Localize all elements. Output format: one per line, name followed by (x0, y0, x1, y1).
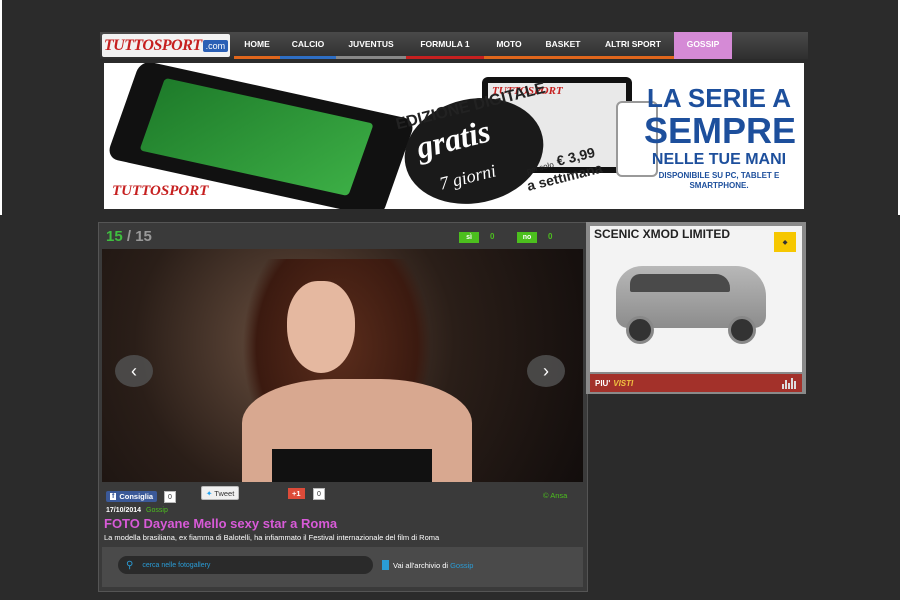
site-logo[interactable]: TUTTOSPORT .com (102, 34, 230, 57)
gallery-footer: ⚲ cerca nelle fotogallery Vai all'archiv… (102, 547, 583, 587)
nav-label: GOSSIP (686, 39, 720, 49)
facebook-icon: f (110, 493, 117, 500)
archive-category-link[interactable]: Gossip (450, 561, 473, 570)
logo-text: TUTTOSPORT (103, 36, 202, 54)
headline-line-3: NELLE TUE MANI (651, 151, 787, 168)
nav-label: JUVENTUS (348, 39, 394, 49)
logo-suffix: .com (202, 39, 229, 52)
social-bar: f Consiglia 0 ✦ Tweet +1 0 © Ansa (102, 485, 583, 503)
total-photos: 15 (135, 228, 152, 245)
search-placeholder: cerca nelle fotogallery (142, 561, 211, 569)
main-nav: TUTTOSPORT .com HOME CALCIO JUVENTUS FOR… (100, 32, 808, 59)
photo-title[interactable]: FOTO Dayane Mello sexy star a Roma (104, 516, 337, 531)
google-plus-button[interactable]: +1 (288, 488, 305, 499)
vote-no-button[interactable]: no (517, 232, 537, 243)
twitter-icon: ✦ (206, 488, 213, 498)
vote-yes-label: sì (466, 234, 472, 241)
most-viewed-bar[interactable]: PIU' VISTI (590, 374, 802, 392)
tweet-label: Tweet (214, 488, 235, 498)
nav-item-basket[interactable]: BASKET (534, 32, 592, 59)
photo-credit: © Ansa (543, 491, 568, 500)
vote-yes-button[interactable]: sì (459, 232, 479, 243)
nav-label: ALTRI SPORT (604, 39, 662, 49)
facebook-label: Consiglia (119, 492, 154, 501)
nav-item-moto[interactable]: MOTO (484, 32, 534, 59)
nav-item-home[interactable]: HOME (234, 32, 280, 59)
prev-photo-button[interactable]: ‹ (115, 355, 153, 387)
nav-item-altri-sport[interactable]: ALTRI SPORT (592, 32, 674, 59)
photo-dress (272, 449, 432, 482)
vote-no-label: no (522, 234, 532, 241)
nav-label: FORMULA 1 (420, 39, 470, 49)
photo-counter: 15 / 15 (106, 228, 152, 245)
promo-banner[interactable]: TUTTOSPORT TUTTOSPORT EDIZIONE DIGITALE … (104, 63, 804, 209)
gallery-search-input[interactable]: ⚲ cerca nelle fotogallery (118, 556, 373, 574)
bar-chart-icon (782, 377, 796, 389)
ad-content: SCENIC XMOD LIMITED ◆ (590, 226, 802, 372)
car-wheel-rear (728, 316, 756, 344)
search-icon: ⚲ (126, 559, 134, 571)
most-viewed-suffix: VISTI (613, 378, 634, 388)
facebook-like-button[interactable]: f Consiglia (106, 491, 158, 502)
next-photo-button[interactable]: › (527, 355, 565, 387)
photo-face (287, 281, 355, 373)
serie-a-headline: LA SERIE A SEMPRE NELLE TUE MANI DISPONI… (644, 83, 797, 191)
banner-logo: TUTTOSPORT (112, 183, 209, 199)
car-window (630, 274, 730, 292)
nav-item-formula1[interactable]: FORMULA 1 (406, 32, 484, 59)
gplus-label: +1 (292, 489, 301, 498)
page: TUTTOSPORT .com HOME CALCIO JUVENTUS FOR… (0, 0, 900, 600)
car-wheel-front (626, 316, 654, 344)
headline-line-2: SEMPRE (644, 110, 797, 151)
headline-line-1: LA SERIE A (647, 83, 791, 113)
football-pitch (139, 77, 374, 197)
most-viewed-prefix: PIU' (595, 378, 611, 388)
vote-no-count: 0 (548, 232, 553, 241)
chevron-left-icon: ‹ (131, 360, 137, 381)
availability-text: DISPONIBILE SU PC, TABLET E SMARTPHONE. (658, 171, 780, 190)
archive-text: Vai all'archivio di (393, 560, 449, 570)
ad-title: SCENIC XMOD LIMITED (594, 227, 731, 241)
google-plus-count: 0 (313, 488, 325, 500)
nav-item-calcio[interactable]: CALCIO (280, 32, 336, 59)
tweet-button[interactable]: ✦ Tweet (201, 486, 240, 500)
chevron-right-icon: › (543, 360, 549, 381)
left-edge (0, 0, 2, 215)
photo-description: La modella brasiliana, ex fiamma di Balo… (104, 533, 440, 542)
archive-link[interactable]: Vai all'archivio di Gossip (382, 560, 473, 570)
vote-yes-count: 0 (490, 232, 495, 241)
current-photo: 15 (106, 228, 123, 245)
nav-label: MOTO (496, 39, 522, 49)
document-icon (382, 560, 389, 570)
photo-date: 17/10/2014 (106, 507, 142, 514)
renault-logo-icon: ◆ (774, 232, 796, 252)
nav-label: HOME (244, 39, 270, 49)
nav-label: BASKET (545, 39, 581, 49)
photo-gallery: 15 / 15 sì 0 no 0 ‹ › f Consiglia 0 ✦ Twee… (98, 222, 588, 592)
gallery-photo: ‹ › (102, 249, 583, 482)
photo-meta: 17/10/2014 Gossip (106, 507, 168, 514)
facebook-count: 0 (164, 491, 176, 503)
counter-separator: / (122, 228, 136, 245)
nav-item-juventus[interactable]: JUVENTUS (336, 32, 406, 59)
nav-label: CALCIO (291, 39, 325, 49)
car-advertisement[interactable]: SCENIC XMOD LIMITED ◆ PIU' VISTI (586, 222, 806, 394)
nav-item-gossip[interactable]: GOSSIP (674, 32, 732, 59)
photo-category[interactable]: Gossip (146, 507, 168, 514)
